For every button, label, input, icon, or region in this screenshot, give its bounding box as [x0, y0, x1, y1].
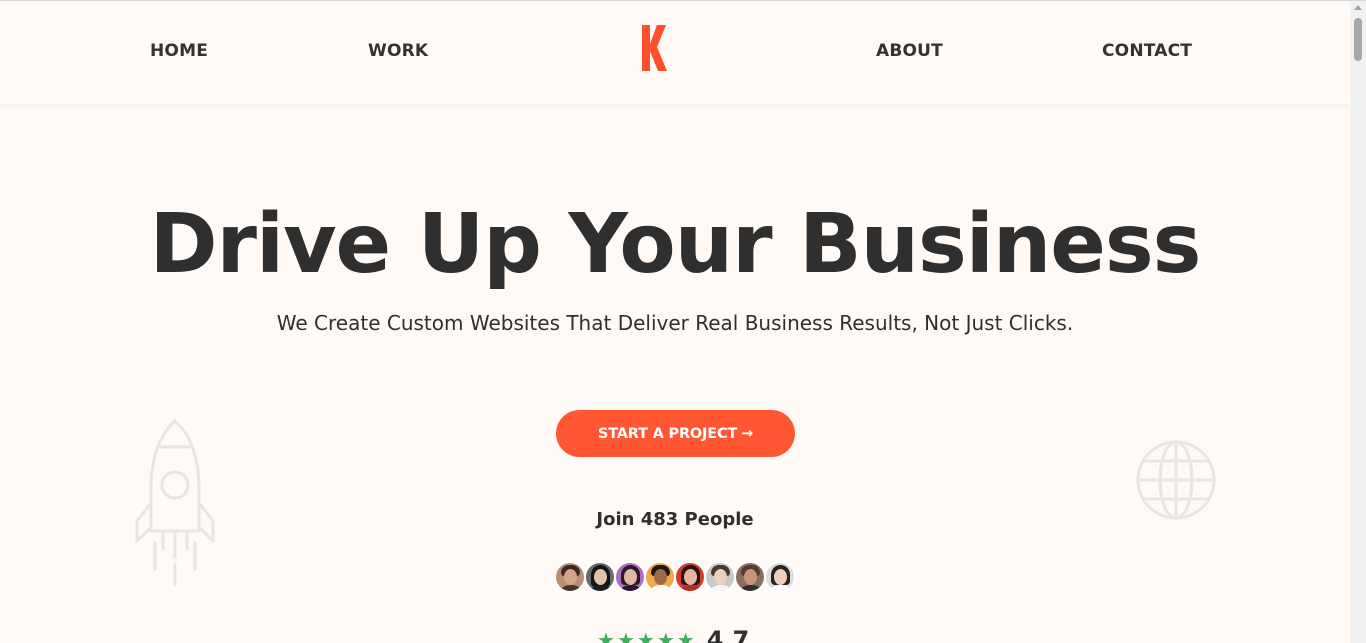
avatar-group: [554, 561, 796, 593]
avatar: [644, 561, 676, 593]
rocket-icon: [135, 419, 215, 587]
star-icon: ★: [676, 628, 695, 643]
star-icon: ★: [597, 628, 615, 643]
avatar: [554, 561, 586, 593]
star-icon: ★: [656, 628, 675, 643]
arrow-right-icon: →: [741, 425, 754, 442]
avatar: [584, 561, 616, 593]
scrollbar-thumb[interactable]: [1354, 18, 1362, 61]
site-header: HOME WORK ABOUT CONTACT: [0, 1, 1350, 104]
avatar: [674, 561, 706, 593]
start-project-label: START A PROJECT: [597, 425, 738, 442]
nav-home[interactable]: HOME: [150, 41, 208, 61]
star-icon: ★: [616, 628, 635, 643]
nav-work[interactable]: WORK: [368, 41, 428, 61]
avatar: [614, 561, 646, 593]
nav-about[interactable]: ABOUT: [876, 41, 943, 61]
hero-title: Drive Up Your Business: [149, 197, 1201, 292]
scroll-up-arrow-icon[interactable]: [1354, 5, 1362, 10]
start-project-button[interactable]: START A PROJECT →: [556, 410, 795, 457]
k-logo-icon[interactable]: [640, 23, 668, 73]
vertical-scrollbar[interactable]: [1350, 1, 1366, 643]
hero-subtitle: We Create Custom Websites That Deliver R…: [276, 311, 1074, 335]
star-icon: ★: [636, 628, 655, 643]
nav-contact[interactable]: CONTACT: [1102, 41, 1192, 61]
avatar: [764, 561, 796, 593]
rating-value: 4.7: [706, 626, 750, 643]
page: HOME WORK ABOUT CONTACT Drive Up Your Bu…: [0, 0, 1366, 643]
avatar: [704, 561, 736, 593]
join-count-text: Join 483 People: [596, 509, 754, 530]
avatar: [734, 561, 766, 593]
rating: ★ ★ ★ ★ ★ 4.7: [597, 628, 749, 643]
